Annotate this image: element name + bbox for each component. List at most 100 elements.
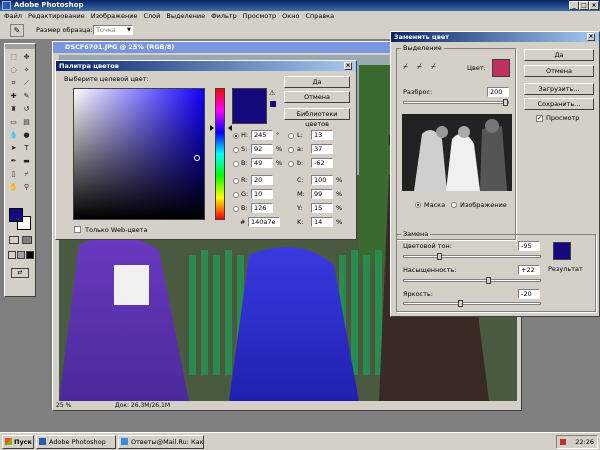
preview-checkbox[interactable]: ✓ — [536, 115, 543, 122]
result-color-swatch[interactable] — [553, 242, 571, 260]
lab-b-field[interactable]: -62 — [311, 158, 333, 168]
menu-layer[interactable]: Слой — [143, 11, 160, 21]
picker-cancel-button[interactable]: Отмена — [284, 91, 350, 103]
radio-h[interactable] — [233, 133, 239, 139]
shape-tool-icon[interactable]: ▬ — [21, 156, 32, 167]
healing-brush-tool-icon[interactable]: ✚ — [8, 91, 19, 102]
menu-help[interactable]: Справка — [305, 11, 334, 21]
hue-replace-slider[interactable] — [403, 253, 541, 260]
saturation-slider-knob[interactable] — [485, 277, 491, 284]
menu-select[interactable]: Выделение — [166, 11, 205, 21]
path-select-tool-icon[interactable]: ➤ — [8, 143, 19, 154]
l-field[interactable]: 13 — [311, 130, 333, 140]
slice-tool-icon[interactable]: ⟋ — [21, 78, 32, 89]
y-field[interactable]: 15 — [311, 203, 333, 213]
crop-tool-icon[interactable]: ⌗ — [8, 78, 19, 89]
radio-r[interactable] — [233, 178, 239, 184]
screen-mode-standard-icon[interactable] — [8, 251, 16, 259]
radio-l[interactable] — [288, 133, 294, 139]
screen-mode-full-icon[interactable] — [26, 251, 34, 259]
radio-blue[interactable] — [233, 206, 239, 212]
r-field[interactable]: 20 — [251, 175, 273, 185]
standard-mode-icon[interactable] — [9, 236, 19, 244]
fuzziness-slider[interactable] — [403, 99, 509, 106]
menu-view[interactable]: Просмотр — [243, 11, 276, 21]
gamut-warning-icon[interactable]: ⚠ — [269, 89, 275, 97]
menu-window[interactable]: Окно — [282, 11, 299, 21]
replace-cancel-button[interactable]: Отмена — [524, 65, 594, 77]
gradient-tool-icon[interactable]: ▤ — [21, 117, 32, 128]
tray-icon[interactable] — [560, 439, 566, 445]
quickmask-mode-icon[interactable] — [22, 236, 32, 244]
mask-radio[interactable] — [415, 202, 421, 208]
hue-slider[interactable] — [215, 88, 225, 220]
lasso-tool-icon[interactable]: ◌ — [8, 65, 19, 76]
menu-image[interactable]: Изображение — [91, 11, 138, 21]
saturation-field[interactable]: +22 — [518, 265, 540, 275]
eyedropper-icon[interactable]: ⌿ — [21, 169, 32, 180]
marquee-tool-icon[interactable]: ⬚ — [8, 52, 19, 63]
zoom-tool-icon[interactable]: ⚲ — [21, 182, 32, 193]
fuzziness-slider-knob[interactable] — [503, 99, 508, 106]
eraser-tool-icon[interactable]: ▭ — [8, 117, 19, 128]
type-tool-icon[interactable]: T — [21, 143, 32, 154]
blue-field[interactable]: 126 — [251, 203, 273, 213]
zoom-level[interactable]: 25 % — [56, 401, 71, 410]
radio-lab-b[interactable] — [288, 161, 294, 167]
image-radio[interactable] — [451, 202, 457, 208]
h-field[interactable]: 245 — [251, 130, 273, 140]
lightness-slider-knob[interactable] — [458, 300, 464, 307]
foreground-color-swatch[interactable] — [9, 208, 23, 222]
eyedropper-minus-icon[interactable]: ⌿ — [431, 62, 436, 72]
menu-filter[interactable]: Фильтр — [211, 11, 237, 21]
g-field[interactable]: 10 — [251, 189, 273, 199]
move-tool-icon[interactable]: ✥ — [21, 52, 32, 63]
hue-field[interactable]: -95 — [518, 241, 540, 251]
close-icon[interactable]: × — [587, 33, 595, 41]
web-safe-cube-icon[interactable] — [270, 101, 276, 107]
notes-tool-icon[interactable]: ▯ — [8, 169, 19, 180]
document-size-info[interactable]: Док: 26,3M/26,1M — [115, 401, 170, 410]
load-button[interactable]: Загрузить... — [524, 83, 594, 95]
close-icon[interactable]: × — [589, 1, 599, 10]
s-field[interactable]: 92 — [251, 144, 273, 154]
pen-tool-icon[interactable]: ✒ — [8, 156, 19, 167]
magic-wand-tool-icon[interactable]: ✧ — [21, 65, 32, 76]
start-button[interactable]: Пуск — [2, 435, 34, 449]
radio-a[interactable] — [288, 147, 294, 153]
lightness-slider[interactable] — [403, 300, 541, 307]
brush-tool-icon[interactable]: ✎ — [21, 91, 32, 102]
hand-tool-icon[interactable]: ✋ — [8, 182, 19, 193]
brightness-field[interactable]: 49 — [251, 158, 273, 168]
minimize-icon[interactable]: _ — [569, 1, 579, 10]
save-button[interactable]: Сохранить... — [524, 98, 594, 110]
radio-s[interactable] — [233, 147, 239, 153]
hex-field[interactable]: 140a7e — [248, 217, 280, 227]
screen-mode-full-menu-icon[interactable] — [17, 251, 25, 259]
saturation-brightness-field[interactable] — [73, 88, 205, 220]
fuzziness-field[interactable]: 200 — [487, 87, 509, 97]
a-field[interactable]: 37 — [311, 144, 333, 154]
saturation-slider[interactable] — [403, 277, 541, 284]
mask-preview[interactable] — [402, 114, 512, 191]
lightness-field[interactable]: -20 — [518, 289, 540, 299]
task-photoshop[interactable]: Adobe Photoshop — [36, 435, 116, 449]
stamp-tool-icon[interactable]: ♜ — [8, 104, 19, 115]
eyedropper-icon[interactable]: ⌿ — [403, 62, 408, 72]
history-brush-tool-icon[interactable]: ↺ — [21, 104, 32, 115]
dodge-tool-icon[interactable]: ● — [21, 130, 32, 141]
m-field[interactable]: 99 — [311, 189, 333, 199]
hue-slider-arrow-icon[interactable] — [210, 125, 214, 131]
clock[interactable]: 22:26 — [575, 438, 594, 446]
replace-ok-button[interactable]: Да — [524, 49, 594, 61]
picker-ok-button[interactable]: Да — [284, 76, 350, 88]
web-only-checkbox[interactable] — [74, 226, 81, 233]
task-browser[interactable]: Ответы@Mail.Ru: Как в... — [118, 435, 204, 449]
eyedropper-tool-icon[interactable]: ✎ — [10, 24, 24, 37]
imageready-jump-icon[interactable]: ⇄ — [11, 268, 29, 278]
radio-g[interactable] — [233, 192, 239, 198]
menu-file[interactable]: Файл — [4, 11, 22, 21]
eyedropper-plus-icon[interactable]: ⌿ — [417, 62, 422, 72]
menu-edit[interactable]: Редактирование — [28, 11, 85, 21]
blur-tool-icon[interactable]: 💧 — [8, 130, 19, 141]
